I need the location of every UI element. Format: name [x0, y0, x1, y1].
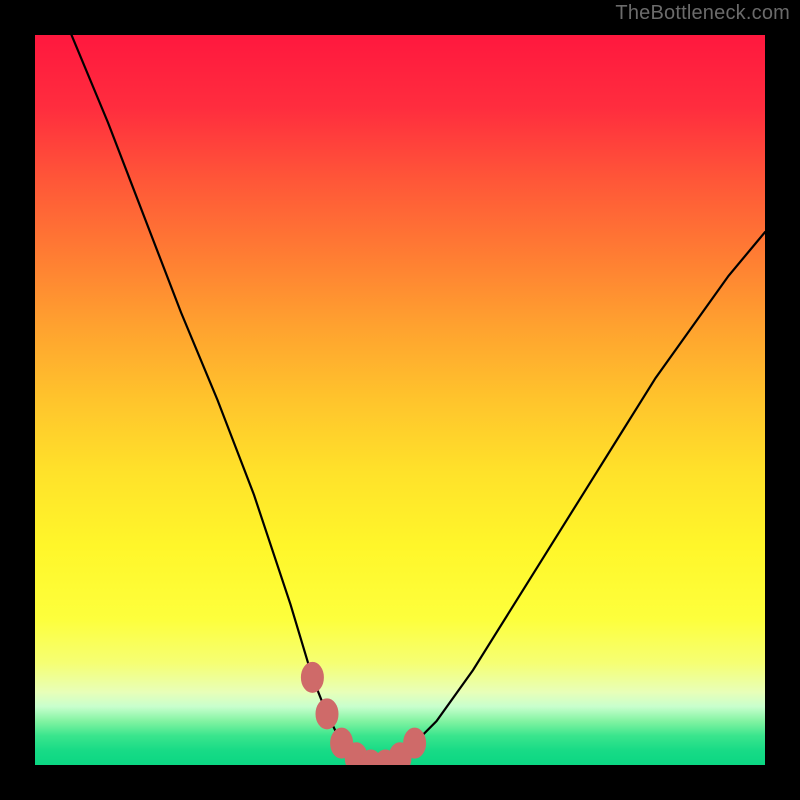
- curve-marker: [301, 662, 323, 692]
- bottleneck-curve-path: [72, 35, 766, 765]
- watermark-text: TheBottleneck.com: [615, 2, 790, 25]
- bottleneck-curve-svg: [35, 35, 765, 765]
- marker-group: [301, 662, 425, 765]
- curve-marker: [316, 699, 338, 729]
- plot-area: [35, 35, 765, 765]
- chart-frame: TheBottleneck.com: [0, 0, 800, 800]
- curve-marker: [404, 728, 426, 758]
